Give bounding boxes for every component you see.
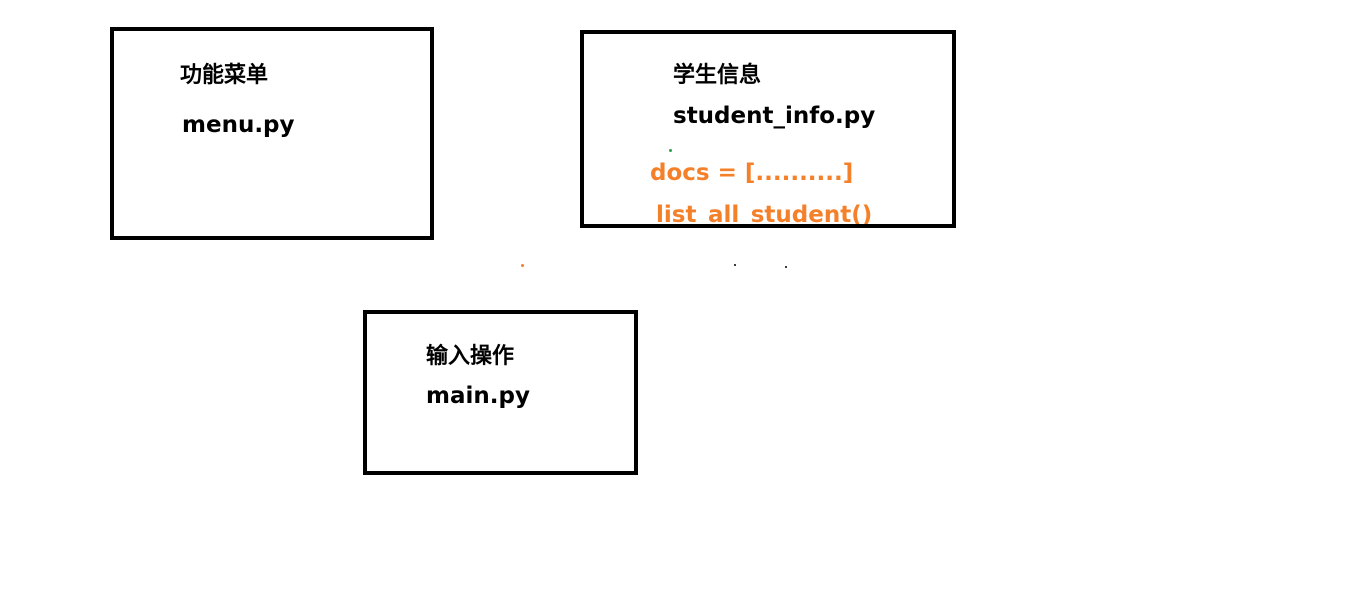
docs-list-code: docs = [..........]	[650, 160, 854, 186]
list-all-student-code: list_all_student()	[656, 202, 873, 228]
stray-dot-green	[669, 149, 672, 152]
stray-dot-black-2	[785, 266, 787, 268]
stray-dot-orange	[521, 264, 524, 267]
diagram-canvas: 功能菜单 menu.py 学生信息 student_info.py docs =…	[0, 0, 1358, 600]
main-module-file: main.py	[426, 383, 530, 409]
student-info-module-file: student_info.py	[673, 103, 876, 129]
stray-dot-black-1	[734, 264, 736, 266]
menu-module-title: 功能菜单	[180, 63, 269, 88]
menu-module-file: menu.py	[182, 112, 295, 138]
student-info-module-title: 学生信息	[673, 63, 762, 88]
main-module-box: 输入操作 main.py	[363, 310, 638, 475]
main-module-title: 输入操作	[426, 344, 515, 369]
menu-module-box: 功能菜单 menu.py	[110, 27, 434, 240]
student-info-module-box: 学生信息 student_info.py docs = [..........]…	[580, 30, 956, 228]
